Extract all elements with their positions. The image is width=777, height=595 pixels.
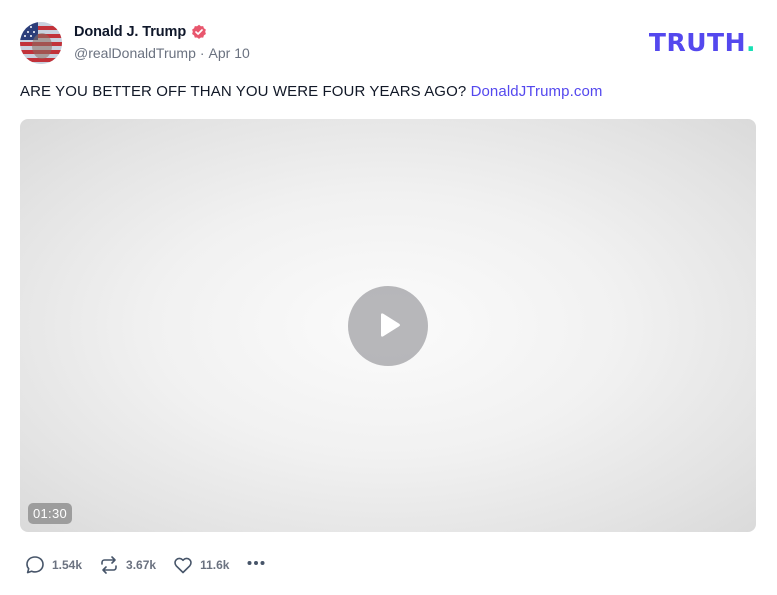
play-icon: [381, 313, 400, 337]
retruth-icon: [101, 556, 117, 574]
author-name[interactable]: Donald J. Trump: [74, 24, 186, 40]
retruth-count: 3.67k: [126, 558, 157, 572]
author-meta: @realDonaldTrump · Apr 10: [74, 45, 250, 61]
post-text: ARE YOU BETTER OFF THAN YOU WERE FOUR YE…: [20, 83, 757, 100]
play-button[interactable]: [348, 286, 428, 366]
logo-dot: .: [746, 28, 756, 57]
reply-count: 1.54k: [52, 558, 83, 572]
more-options-button[interactable]: [245, 552, 267, 579]
heart-icon: [174, 557, 192, 574]
like-button[interactable]: 11.6k: [172, 554, 229, 576]
video-player[interactable]: 01:30: [20, 119, 756, 532]
logo-text: TRUTH: [648, 28, 746, 57]
like-count: 11.6k: [200, 558, 230, 572]
author-name-row: Donald J. Trump: [74, 22, 207, 42]
post-body: ARE YOU BETTER OFF THAN YOU WERE FOUR YE…: [20, 83, 467, 100]
verified-badge-icon: [192, 24, 206, 39]
post-link[interactable]: DonaldJTrump.com: [471, 83, 603, 100]
post-date[interactable]: Apr 10: [209, 45, 250, 61]
reply-icon: [26, 556, 44, 574]
reply-button[interactable]: 1.54k: [24, 554, 82, 576]
meta-separator: ·: [199, 45, 205, 61]
avatar-image: [20, 22, 62, 64]
video-duration: 01:30: [28, 503, 73, 524]
avatar[interactable]: [20, 22, 62, 64]
post-actions: 1.54k 3.67k 11.6k: [24, 552, 267, 578]
retruth-button[interactable]: 3.67k: [98, 554, 156, 576]
truth-post: Donald J. Trump @realDonaldTrump · Apr 1…: [0, 0, 777, 595]
truth-social-logo[interactable]: TRUTH.: [649, 28, 756, 57]
author-handle[interactable]: @realDonaldTrump: [74, 45, 196, 61]
more-dots-icon: [247, 560, 265, 565]
